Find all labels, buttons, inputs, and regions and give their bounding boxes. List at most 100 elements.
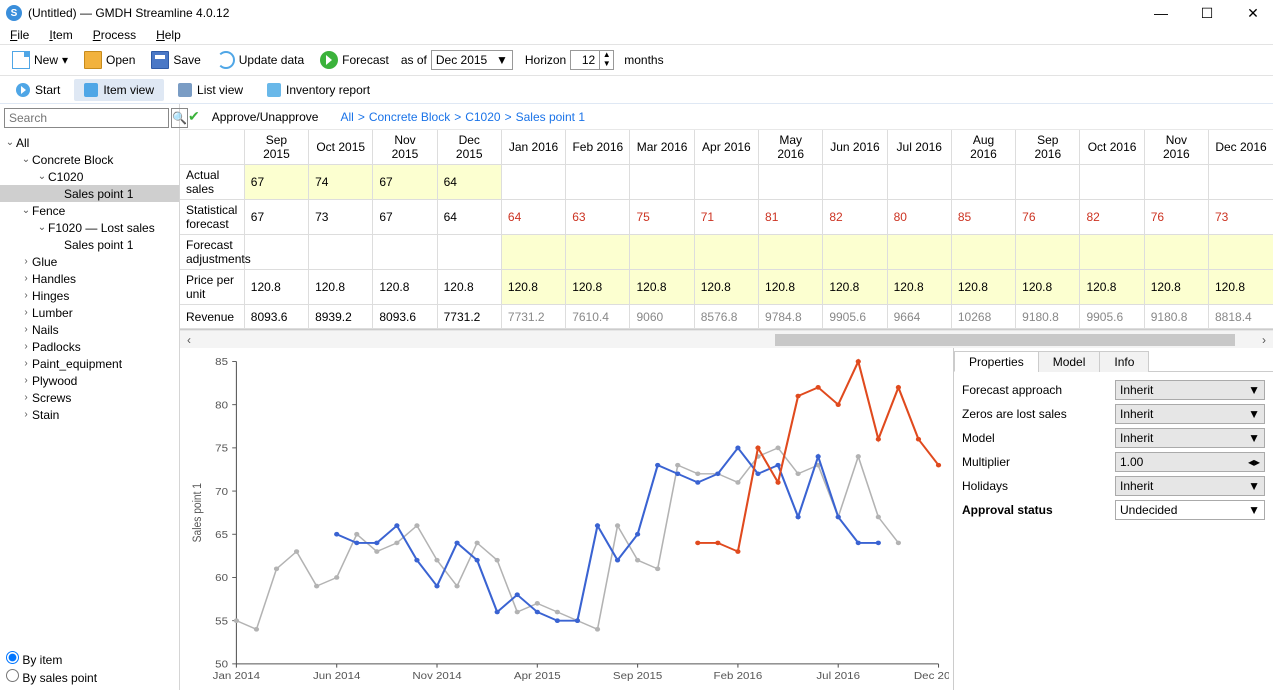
tree-item[interactable]: ›Glue <box>0 253 179 270</box>
minimize-button[interactable]: — <box>1151 3 1171 23</box>
cell[interactable] <box>373 235 437 270</box>
tree-item[interactable]: Sales point 1 <box>0 236 179 253</box>
cell[interactable]: 67 <box>244 200 308 235</box>
horizon-spinner[interactable]: ▲▼ <box>570 50 614 70</box>
cell[interactable]: 76 <box>1144 200 1208 235</box>
cell[interactable]: 85 <box>951 200 1015 235</box>
cell[interactable]: 82 <box>823 200 887 235</box>
cell[interactable] <box>1080 165 1144 200</box>
cell[interactable]: 9905.6 <box>823 305 887 329</box>
property-field[interactable]: Undecided▼ <box>1115 500 1265 520</box>
radio-by-item[interactable]: By item <box>6 650 173 668</box>
cell[interactable]: 120.8 <box>437 270 501 305</box>
cell[interactable]: 120.8 <box>1080 270 1144 305</box>
cell[interactable]: 7610.4 <box>566 305 630 329</box>
tab-inventory-report[interactable]: Inventory report <box>257 79 380 101</box>
maximize-button[interactable]: ☐ <box>1197 3 1217 23</box>
update-data-button[interactable]: Update data <box>211 47 310 73</box>
tree-item[interactable]: ⌄Fence <box>0 202 179 219</box>
cell[interactable]: 120.8 <box>309 270 373 305</box>
properties-tab[interactable]: Properties <box>954 351 1039 372</box>
cell[interactable] <box>694 235 758 270</box>
tree-item[interactable]: Sales point 1 <box>0 185 179 202</box>
cell[interactable]: 76 <box>1016 200 1080 235</box>
tree-item[interactable]: ›Handles <box>0 270 179 287</box>
properties-tab[interactable]: Model <box>1038 351 1101 372</box>
cell[interactable] <box>823 165 887 200</box>
cell[interactable] <box>951 235 1015 270</box>
cell[interactable]: 64 <box>437 200 501 235</box>
cell[interactable] <box>694 165 758 200</box>
cell[interactable]: 64 <box>437 165 501 200</box>
property-field[interactable]: Inherit▼ <box>1115 428 1265 448</box>
cell[interactable]: 10268 <box>951 305 1015 329</box>
cell[interactable] <box>244 235 308 270</box>
close-button[interactable]: ✕ <box>1243 3 1263 23</box>
save-button[interactable]: Save <box>145 47 206 73</box>
tree-item[interactable]: ⌄C1020 <box>0 168 179 185</box>
menu-item[interactable]: Item <box>49 28 72 42</box>
open-button[interactable]: Open <box>78 47 141 73</box>
cell[interactable]: 120.8 <box>823 270 887 305</box>
cell[interactable]: 80 <box>887 200 951 235</box>
tree-item[interactable]: ›Nails <box>0 321 179 338</box>
item-tree[interactable]: ⌄All⌄Concrete Block⌄C1020Sales point 1⌄F… <box>0 132 179 646</box>
cell[interactable]: 73 <box>1209 200 1273 235</box>
tab-list-view[interactable]: List view <box>168 79 253 101</box>
cell[interactable]: 120.8 <box>1016 270 1080 305</box>
cell[interactable] <box>887 165 951 200</box>
cell[interactable]: 82 <box>1080 200 1144 235</box>
scroll-left-icon[interactable]: ‹ <box>180 333 198 347</box>
cell[interactable] <box>309 235 373 270</box>
cell[interactable] <box>437 235 501 270</box>
cell[interactable] <box>1209 165 1273 200</box>
menu-help[interactable]: Help <box>156 28 181 42</box>
cell[interactable]: 9664 <box>887 305 951 329</box>
cell[interactable]: 8818.4 <box>1209 305 1273 329</box>
cell[interactable] <box>630 165 694 200</box>
spin-down-icon[interactable]: ▼ <box>600 60 613 69</box>
cell[interactable] <box>1016 165 1080 200</box>
cell[interactable]: 120.8 <box>373 270 437 305</box>
asof-dropdown[interactable]: Dec 2015▼ <box>431 50 513 70</box>
cell[interactable]: 8939.2 <box>309 305 373 329</box>
cell[interactable] <box>501 235 565 270</box>
tree-item[interactable]: ⌄F1020 — Lost sales <box>0 219 179 236</box>
cell[interactable]: 67 <box>373 165 437 200</box>
tree-item[interactable]: ⌄Concrete Block <box>0 151 179 168</box>
cell[interactable] <box>566 235 630 270</box>
cell[interactable]: 8093.6 <box>373 305 437 329</box>
tab-item-view[interactable]: Item view <box>74 79 164 101</box>
cell[interactable] <box>759 235 823 270</box>
cell[interactable] <box>1016 235 1080 270</box>
cell[interactable]: 120.8 <box>759 270 823 305</box>
cell[interactable]: 120.8 <box>630 270 694 305</box>
cell[interactable] <box>951 165 1015 200</box>
cell[interactable] <box>1080 235 1144 270</box>
radio-by-sales-point[interactable]: By sales point <box>6 668 173 686</box>
search-input[interactable] <box>4 108 169 128</box>
cell[interactable]: 9784.8 <box>759 305 823 329</box>
cell[interactable] <box>1144 235 1208 270</box>
cell[interactable]: 120.8 <box>501 270 565 305</box>
tree-item[interactable]: ›Stain <box>0 406 179 423</box>
cell[interactable]: 81 <box>759 200 823 235</box>
cell[interactable]: 67 <box>373 200 437 235</box>
cell[interactable]: 9180.8 <box>1144 305 1208 329</box>
cell[interactable]: 74 <box>309 165 373 200</box>
tree-item[interactable]: ›Screws <box>0 389 179 406</box>
cell[interactable]: 75 <box>630 200 694 235</box>
cell[interactable] <box>566 165 630 200</box>
cell[interactable]: 8093.6 <box>244 305 308 329</box>
cell[interactable]: 63 <box>566 200 630 235</box>
cell[interactable]: 64 <box>501 200 565 235</box>
tree-item[interactable]: ›Lumber <box>0 304 179 321</box>
forecast-button[interactable]: Forecast <box>314 47 395 73</box>
cell[interactable]: 73 <box>309 200 373 235</box>
scroll-right-icon[interactable]: › <box>1255 333 1273 347</box>
tree-item[interactable]: ⌄All <box>0 134 179 151</box>
cell[interactable]: 7731.2 <box>501 305 565 329</box>
tree-item[interactable]: ›Paint_equipment <box>0 355 179 372</box>
cell[interactable]: 67 <box>244 165 308 200</box>
cell[interactable]: 9180.8 <box>1016 305 1080 329</box>
